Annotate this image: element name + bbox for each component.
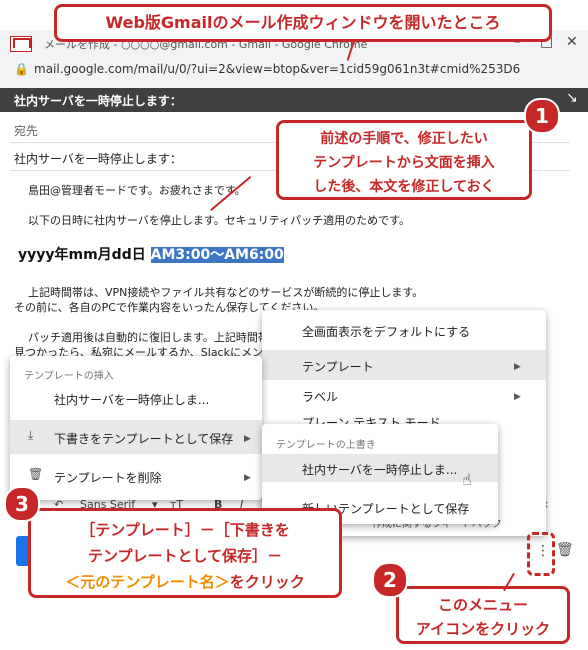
callout-1-line: テンプレートから文面を挿入	[313, 155, 495, 171]
overwrite-header: テンプレートの上書き	[276, 440, 376, 451]
menu-item-label[interactable]: ラベル	[302, 388, 338, 405]
callout-1: 前述の手順で、修正したい テンプレートから文面を挿入 した後、本文を修正しておく	[276, 120, 532, 200]
callout-3-line: テンプレートとして保存］－	[87, 547, 283, 565]
hand-cursor-icon: ☝	[462, 470, 472, 489]
delete-template[interactable]: テンプレートを削除	[54, 469, 162, 486]
callout-2-line: このメニュー	[437, 596, 528, 614]
callout-1-line: した後、本文を修正しておく	[313, 179, 495, 195]
chevron-right-icon: ▶	[514, 362, 521, 372]
body-line: 上記時間帯は、VPN接続やファイル共有などのサービスが断続的に停止します。	[28, 286, 424, 299]
menu-item-fullscreen[interactable]: 全画面表示をデフォルトにする	[302, 323, 470, 340]
callout-1-line: 前述の手順で、修正したい	[320, 131, 488, 147]
callout-2-line: アイコンをクリック	[415, 620, 551, 638]
overwrite-template-item[interactable]: 社内サーバを一時停止しま...	[302, 461, 457, 478]
save-draft-as-template[interactable]: 下書きをテンプレートとして保存	[54, 430, 233, 447]
highlight-more-icon	[527, 532, 555, 576]
callout-3: ［テンプレート］－［下書きを テンプレートとして保存］－ ＜元のテンプレート名＞…	[28, 508, 342, 598]
trash-icon: 🗑	[28, 467, 44, 481]
chevron-right-icon: ▶	[244, 473, 251, 483]
compose-title: 社内サーバを一時停止します：	[14, 94, 182, 108]
template-insert-header: テンプレートの挿入	[24, 371, 114, 382]
step-badge-1: 1	[524, 98, 560, 134]
callout-top: Web版Gmailのメール作成ウィンドウを開いたところ	[54, 4, 552, 42]
step-badge-3: 3	[4, 486, 40, 522]
selected-time: AM3:00～AM6:00	[150, 247, 284, 263]
body-date: yyyy年mm月dd日 AM3:00～AM6:00	[18, 244, 284, 264]
callout-2: このメニュー アイコンをクリック	[396, 586, 570, 644]
download-icon: ⤓	[28, 428, 34, 442]
close-icon[interactable]: ✕	[566, 34, 578, 50]
template-name-placeholder: ＜元のテンプレート名＞	[65, 573, 230, 591]
body-line: 島田@管理者モードです。お疲れさまです。	[28, 184, 246, 197]
body-line: パッチ適用後は自動的に復旧します。上記時間帯	[28, 331, 269, 344]
menu-item-template[interactable]: テンプレート	[302, 358, 374, 375]
step-badge-2: 2	[372, 562, 408, 598]
to-field[interactable]: 宛先	[14, 122, 38, 139]
chevron-right-icon: ▶	[244, 434, 251, 444]
date-text: yyyy年mm月dd日	[18, 247, 151, 263]
template-insert-item[interactable]: 社内サーバを一時停止しま...	[54, 391, 209, 408]
trash-icon[interactable]: 🗑	[556, 542, 574, 558]
chevron-right-icon: ▶	[514, 392, 521, 402]
click-text: をクリック	[229, 573, 305, 591]
address-bar[interactable]: mail.google.com/mail/u/0/?ui=2&view=btop…	[34, 62, 520, 76]
subject-field[interactable]: 社内サーバを一時停止します：	[14, 150, 182, 167]
gmail-icon	[10, 36, 32, 52]
body-line: 以下の日時に社内サーバを停止します。セキュリティパッチ適用のためです。	[28, 214, 411, 227]
callout-3-line: ［テンプレート］－［下書きを	[80, 521, 290, 539]
expand-icon[interactable]: ↘	[566, 90, 578, 106]
callout-3-line: ＜元のテンプレート名＞をクリック	[31, 569, 339, 595]
lock-icon: 🔒	[14, 62, 29, 76]
